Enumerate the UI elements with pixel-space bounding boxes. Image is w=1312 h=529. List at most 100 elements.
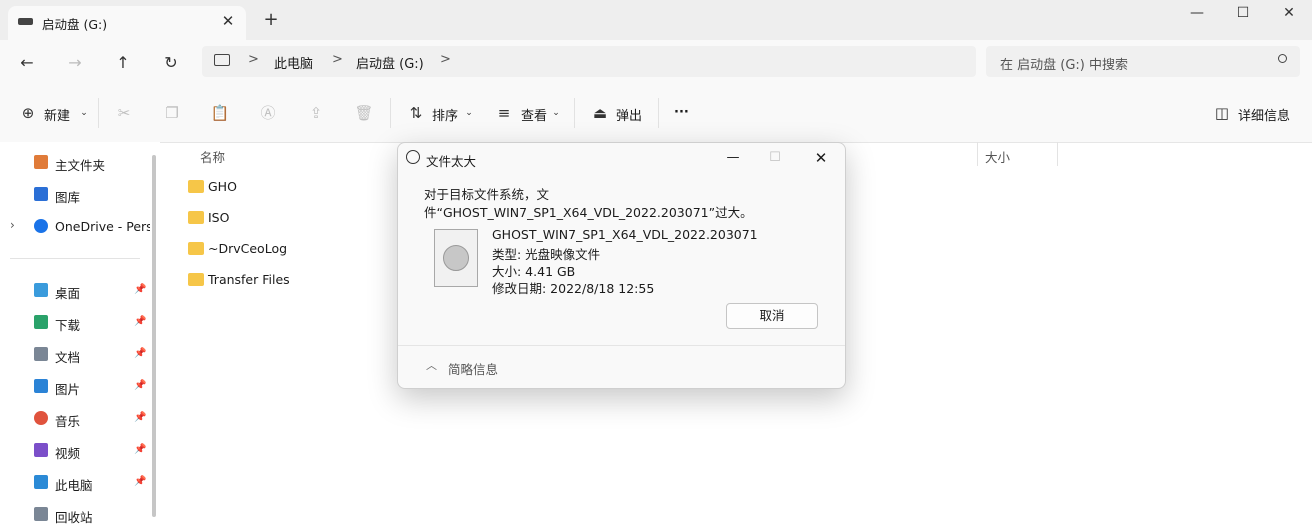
breadcrumb-separator: > (332, 52, 343, 67)
dialog-maximize-button[interactable]: ☐ (760, 147, 790, 169)
address-row: ← → ↑ ↻ > 此电脑 > 启动盘 (G:) > 在 启动盘 (G:) 中搜… (0, 40, 1312, 86)
music-icon (34, 411, 48, 425)
delete-icon[interactable]: 🗑 (354, 103, 374, 123)
chevron-right-icon[interactable]: › (10, 218, 15, 232)
tab-close-button[interactable]: ✕ (217, 10, 239, 32)
sidebar-item-desktop[interactable]: 桌面 📌 (0, 277, 150, 305)
sidebar-item-downloads[interactable]: 下载 📌 (0, 309, 150, 337)
drive-icon (18, 18, 33, 25)
rename-icon[interactable]: Ⓐ (258, 103, 278, 123)
sort-button[interactable]: 排序 (432, 105, 458, 124)
paste-icon[interactable]: 📋 (210, 103, 230, 123)
column-divider[interactable] (1057, 142, 1058, 166)
divider (390, 98, 391, 128)
file-name: Transfer Files (208, 272, 290, 287)
file-name: ~DrvCeoLog (208, 241, 288, 256)
sidebar-item-recycle-bin[interactable]: 回收站 (0, 501, 150, 529)
file-row-transfer-files[interactable]: Transfer Files (186, 269, 386, 293)
pin-icon[interactable]: 📌 (134, 444, 146, 455)
address-bar[interactable]: > 此电脑 > 启动盘 (G:) > (202, 46, 976, 77)
new-button[interactable]: 新建 (44, 105, 70, 124)
pin-icon[interactable]: 📌 (134, 380, 146, 391)
breadcrumb-item-this-pc[interactable]: 此电脑 (274, 53, 313, 72)
divider (10, 258, 140, 259)
less-details-toggle[interactable]: 简略信息 (448, 359, 498, 378)
document-icon (34, 347, 48, 361)
minimize-button[interactable]: — (1174, 0, 1220, 28)
column-divider[interactable] (977, 142, 978, 166)
file-row-gho[interactable]: GHO (186, 176, 386, 200)
column-header-size[interactable]: 大小 (985, 147, 1010, 166)
file-row-drvceolog[interactable]: ~DrvCeoLog (186, 238, 386, 262)
tab-active[interactable]: 启动盘 (G:) ✕ (8, 6, 246, 40)
pin-icon[interactable]: 📌 (134, 348, 146, 359)
pin-icon[interactable]: 📌 (134, 476, 146, 487)
pictures-icon (34, 379, 48, 393)
divider (658, 98, 659, 128)
new-tab-button[interactable]: + (262, 10, 280, 30)
search-icon (1278, 54, 1287, 63)
tab-title: 启动盘 (G:) (42, 17, 108, 32)
up-button[interactable]: ↑ (112, 52, 134, 74)
divider (574, 98, 575, 128)
file-row-iso[interactable]: ISO (186, 207, 386, 231)
maximize-button[interactable]: ☐ (1220, 0, 1266, 28)
sidebar-item-this-pc[interactable]: 此电脑 📌 (0, 469, 150, 497)
dialog-minimize-button[interactable]: — (718, 147, 748, 169)
cloud-icon (34, 219, 48, 233)
file-too-large-dialog: 文件太大 — ☐ ✕ 对于目标文件系统，文件“GHOST_WIN7_SP1_X6… (397, 142, 846, 389)
plus-circle-icon: ⊕ (21, 104, 35, 122)
view-icon: ≡ (497, 104, 511, 122)
disc-icon (443, 245, 469, 271)
sidebar-item-music[interactable]: 音乐 📌 (0, 405, 150, 433)
close-button[interactable]: ✕ (1266, 0, 1312, 28)
navigation-pane: 主文件夹 图库 › OneDrive - Perso 桌面 📌 下载 📌 文档 … (0, 142, 160, 525)
command-bar: ⊕ 新建 ⌄ ✂ ❐ 📋 Ⓐ ⇪ 🗑 ⇅ 排序 ⌄ ≡ 查看 ⌄ ⏏ 弹出 ··… (0, 86, 1312, 143)
breadcrumb-separator[interactable]: > (440, 52, 451, 67)
share-icon[interactable]: ⇪ (306, 103, 326, 123)
home-icon (34, 155, 48, 169)
folder-icon (188, 273, 204, 286)
details-pane-icon: ◫ (1214, 104, 1230, 122)
chevron-up-icon[interactable]: ︿ (426, 357, 437, 373)
pin-icon[interactable]: 📌 (134, 412, 146, 423)
more-button[interactable]: ··· (674, 105, 689, 120)
video-icon (34, 443, 48, 457)
breadcrumb-item-drive[interactable]: 启动盘 (G:) (356, 53, 424, 72)
title-bar: 启动盘 (G:) ✕ + — ☐ ✕ (0, 0, 1312, 40)
sidebar-item-label: 图库 (55, 190, 81, 205)
cancel-button[interactable]: 取消 (726, 303, 818, 329)
sort-icon: ⇅ (409, 104, 423, 122)
dialog-title: 文件太大 (426, 154, 477, 169)
dialog-close-button[interactable]: ✕ (806, 147, 836, 169)
sidebar-item-documents[interactable]: 文档 📌 (0, 341, 150, 369)
dialog-footer: ︿ 简略信息 (398, 345, 845, 389)
pin-icon[interactable]: 📌 (134, 316, 146, 327)
sidebar-scrollbar[interactable] (152, 155, 156, 517)
locked-folder-icon (188, 180, 204, 193)
chevron-down-icon: ⌄ (465, 108, 473, 118)
monitor-icon (214, 54, 230, 66)
download-icon (34, 315, 48, 329)
recycle-bin-icon (34, 507, 48, 521)
copy-icon[interactable]: ❐ (162, 103, 182, 123)
divider (98, 98, 99, 128)
refresh-button[interactable]: ↻ (160, 52, 182, 74)
chevron-down-icon: ⌄ (80, 108, 88, 118)
sidebar-item-pictures[interactable]: 图片 📌 (0, 373, 150, 401)
sidebar-item-gallery[interactable]: 图库 (0, 181, 150, 209)
view-button[interactable]: 查看 (521, 105, 547, 124)
back-button[interactable]: ← (16, 52, 38, 74)
search-input[interactable]: 在 启动盘 (G:) 中搜索 (986, 46, 1300, 77)
sidebar-item-home[interactable]: 主文件夹 (0, 149, 150, 177)
column-header-name[interactable]: 名称 (200, 147, 225, 166)
details-button[interactable]: 详细信息 (1238, 105, 1290, 124)
cut-icon[interactable]: ✂ (114, 103, 134, 123)
dialog-file-date: 修改日期: 2022/8/18 12:55 (492, 281, 655, 296)
forward-button[interactable]: → (64, 52, 86, 74)
chevron-down-icon: ⌄ (552, 108, 560, 118)
eject-button[interactable]: 弹出 (616, 105, 642, 124)
pin-icon[interactable]: 📌 (134, 284, 146, 295)
sidebar-item-onedrive[interactable]: › OneDrive - Perso (0, 213, 150, 241)
sidebar-item-videos[interactable]: 视频 📌 (0, 437, 150, 465)
